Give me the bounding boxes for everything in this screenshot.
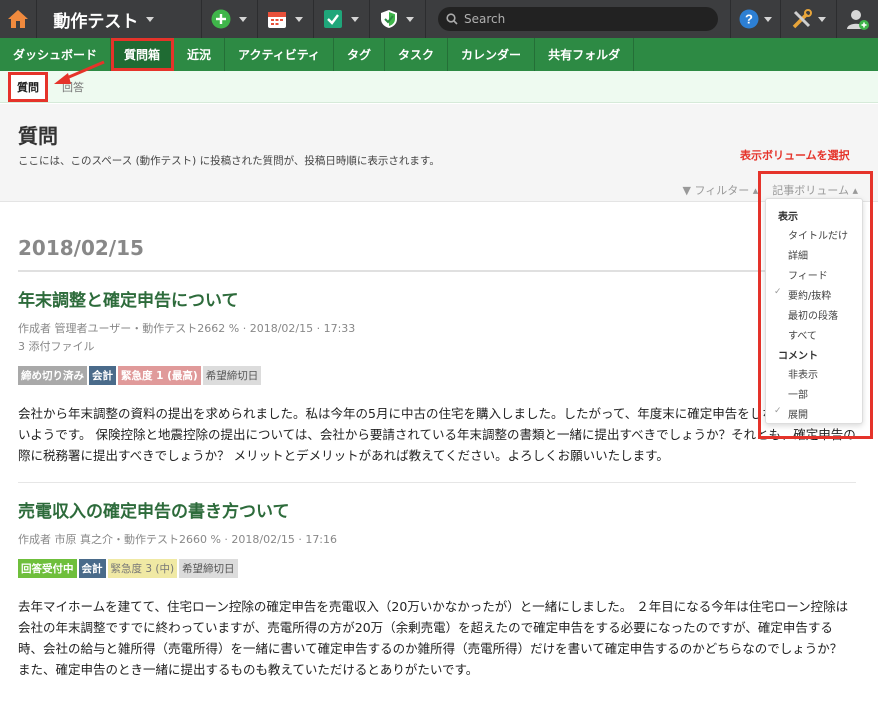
comment-option-label: 非表示 bbox=[788, 370, 818, 381]
nav-item-status[interactable]: 近況 bbox=[174, 38, 226, 71]
volume-option-label: 最初の段落 bbox=[788, 311, 838, 322]
volume-option-label: すべて bbox=[788, 331, 817, 342]
chevron-down-icon bbox=[818, 16, 826, 22]
filter-label: フィルター bbox=[694, 184, 750, 197]
post-meta: 作成者 管理者ユーザー・動作テスト2662 % · 2018/02/15 · 1… bbox=[18, 322, 356, 335]
nav-item-tasks[interactable]: タスク bbox=[385, 38, 449, 71]
chevron-down-icon bbox=[295, 16, 304, 22]
top-bar: 動作テスト Search ? bbox=[0, 0, 878, 38]
volume-option-detail[interactable]: 詳細 bbox=[766, 244, 862, 264]
annotation-arrow-icon bbox=[54, 60, 105, 84]
search-area: Search bbox=[426, 0, 730, 38]
post-meta: 作成者 市原 真之介・動作テスト2660 % · 2018/02/15 · 17… bbox=[18, 533, 338, 546]
annotation-callout: 表示ボリュームを選択 bbox=[740, 149, 850, 162]
top-right-tools: ? bbox=[730, 0, 878, 38]
post-attachments[interactable]: 3 添付ファイル bbox=[18, 338, 856, 356]
check-icon: ✓ bbox=[774, 287, 782, 297]
check-icon: ✓ bbox=[774, 406, 782, 416]
tag-list: 回答受付中 会計 緊急度 3 (中) 希望締切日 bbox=[18, 559, 856, 578]
chevron-down-icon bbox=[146, 16, 155, 22]
volume-option-summary[interactable]: ✓ 要約/抜粋 bbox=[766, 284, 862, 304]
sub-nav: 質問 回答 bbox=[0, 71, 878, 103]
volume-option-label: フィード bbox=[788, 271, 828, 282]
page-description: ここには、このスペース (動作テスト) に投稿された質問が、投稿日時順に表示され… bbox=[18, 155, 440, 167]
volume-option-first-paragraph[interactable]: 最初の段落 bbox=[766, 304, 862, 324]
tag-badge[interactable]: 希望締切日 bbox=[202, 366, 262, 385]
dropdown-section-comments: コメント bbox=[778, 351, 818, 362]
space-title-menu[interactable]: 動作テスト bbox=[37, 0, 202, 38]
help-icon: ? bbox=[739, 9, 759, 29]
shield-icon bbox=[381, 10, 398, 28]
chevron-down-icon bbox=[239, 16, 248, 22]
volume-dropdown: 表示 タイトルだけ 詳細 フィード ✓ 要約/抜粋 最初の段落 すべて コメント … bbox=[765, 198, 863, 424]
help-menu[interactable]: ? bbox=[730, 0, 780, 38]
volume-option-all[interactable]: すべて bbox=[766, 324, 862, 344]
volume-option-label: タイトルだけ bbox=[788, 231, 848, 242]
task-menu[interactable] bbox=[314, 0, 370, 38]
chevron-down-icon bbox=[764, 16, 772, 22]
nav-item-calendar[interactable]: カレンダー bbox=[448, 38, 536, 71]
tag-badge[interactable]: 回答受付中 bbox=[18, 559, 77, 578]
dropdown-section-display: 表示 bbox=[778, 212, 798, 223]
volume-option-label: 詳細 bbox=[788, 251, 808, 262]
tag-badge[interactable]: 緊急度 3 (中) bbox=[107, 559, 178, 578]
post-item: 年末調整と確定申告について 作成者 管理者ユーザー・動作テスト2662 % · … bbox=[18, 272, 856, 483]
comment-option-label: 一部 bbox=[788, 390, 808, 401]
user-menu[interactable] bbox=[836, 0, 878, 38]
tag-badge[interactable]: 希望締切日 bbox=[179, 559, 238, 578]
volume-option-feed[interactable]: フィード bbox=[766, 264, 862, 284]
tab-questions[interactable]: 質問 bbox=[8, 71, 48, 102]
volume-option-title-only[interactable]: タイトルだけ bbox=[766, 224, 862, 244]
user-add-icon bbox=[846, 10, 869, 30]
main-nav: ダッシュボード 質問箱 近況 アクティビティ タグ タスク カレンダー 共有フォ… bbox=[0, 38, 878, 71]
post-item: 売電収入の確定申告の書き方ついて 作成者 市原 真之介・動作テスト2660 % … bbox=[18, 483, 856, 680]
search-icon bbox=[446, 13, 458, 25]
search-placeholder: Search bbox=[464, 12, 506, 26]
tools-icon bbox=[792, 9, 812, 29]
calendar-menu[interactable] bbox=[258, 0, 314, 38]
comment-option-label: 展開 bbox=[788, 410, 808, 421]
nav-item-tags[interactable]: タグ bbox=[334, 38, 386, 71]
nav-item-questions[interactable]: 質問箱 bbox=[111, 38, 175, 71]
nav-item-shared-folder[interactable]: 共有フォルダ bbox=[535, 38, 635, 71]
tag-badge[interactable]: 会計 bbox=[89, 366, 116, 385]
tag-list: 締め切り済み 会計 緊急度 1 (最高) 希望締切日 bbox=[18, 366, 856, 385]
page-title: 質問 bbox=[18, 124, 58, 148]
comment-option-hidden[interactable]: 非表示 bbox=[766, 363, 862, 383]
post-title[interactable]: 年末調整と確定申告について bbox=[18, 286, 856, 311]
home-icon bbox=[8, 10, 29, 28]
security-menu[interactable] bbox=[370, 0, 426, 38]
tag-badge[interactable]: 締め切り済み bbox=[18, 366, 87, 385]
post-title[interactable]: 売電収入の確定申告の書き方ついて bbox=[18, 497, 856, 522]
volume-option-label: 要約/抜粋 bbox=[788, 291, 832, 302]
calendar-icon bbox=[268, 12, 287, 28]
tag-badge[interactable]: 会計 bbox=[78, 559, 106, 578]
chevron-down-icon bbox=[406, 16, 415, 22]
plus-icon bbox=[211, 9, 231, 29]
filter-button[interactable]: ▼ フィルター ▴ bbox=[683, 182, 759, 198]
help-icon-glyph: ? bbox=[745, 12, 753, 27]
comment-option-expanded[interactable]: ✓ 展開 bbox=[766, 403, 862, 423]
tag-badge[interactable]: 緊急度 1 (最高) bbox=[118, 366, 201, 385]
chevron-down-icon bbox=[351, 16, 360, 22]
home-button[interactable] bbox=[0, 0, 38, 38]
check-icon bbox=[324, 10, 343, 28]
space-title: 動作テスト bbox=[53, 11, 139, 32]
post-body: 去年マイホームを建てて、住宅ローン控除の確定申告を売電収入（20万いかなかったが… bbox=[18, 599, 849, 677]
tools-menu[interactable] bbox=[780, 0, 836, 38]
nav-item-activity[interactable]: アクティビティ bbox=[225, 38, 335, 71]
post-list: 2018/02/15 年末調整と確定申告について 作成者 管理者ユーザー・動作テ… bbox=[18, 236, 856, 680]
create-menu[interactable] bbox=[202, 0, 258, 38]
date-heading: 2018/02/15 bbox=[18, 236, 856, 272]
post-body: 会社から年末調整の資料の提出を求められました。私は今年の5月に中古の住宅を購入し… bbox=[18, 406, 856, 463]
comment-option-partial[interactable]: 一部 bbox=[766, 383, 862, 403]
search-input[interactable]: Search bbox=[438, 7, 718, 31]
